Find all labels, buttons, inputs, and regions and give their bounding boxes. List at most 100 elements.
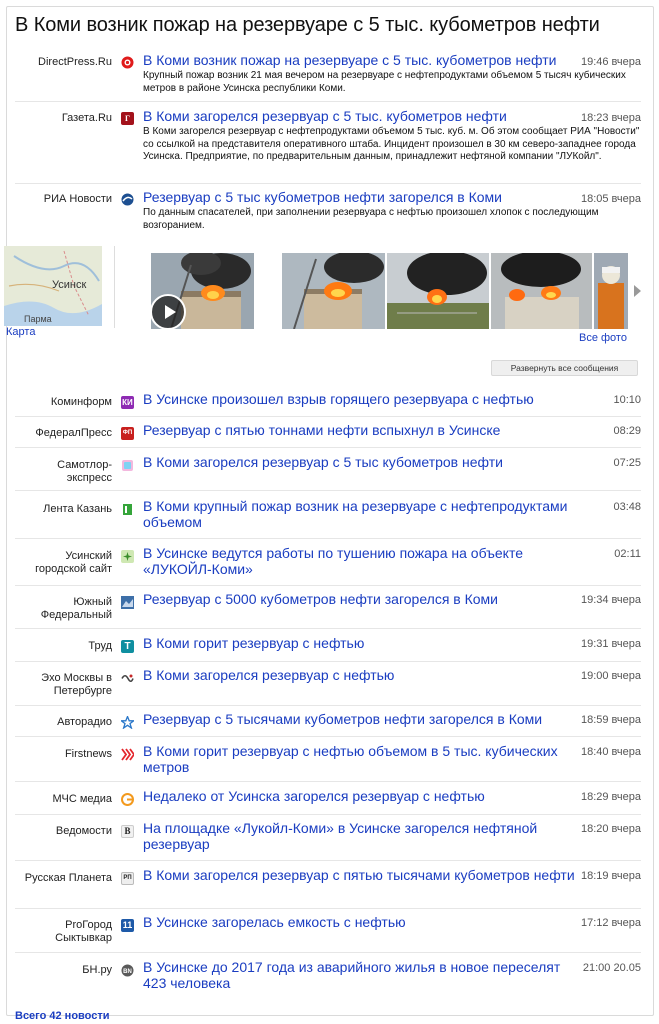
headline-link[interactable]: В Коми горит резервуар с нефтью bbox=[143, 635, 583, 651]
source-name[interactable]: МЧС медиа bbox=[15, 793, 113, 806]
item-description: По данным спасателей, при заполнении рез… bbox=[143, 207, 599, 231]
item-description: Крупный пожар возник 21 мая вечером на р… bbox=[143, 70, 626, 94]
trud-icon: Т bbox=[121, 640, 134, 653]
timestamp: 18:40 вчера bbox=[580, 746, 641, 758]
headline-link[interactable]: В Усинске произошел взрыв горящего резер… bbox=[143, 391, 583, 407]
timestamp: 03:48 bbox=[613, 501, 641, 513]
news-row: ФедералПресс ФП Резервуар с пятью тоннам… bbox=[15, 421, 641, 448]
map-link[interactable]: Карта bbox=[6, 326, 35, 338]
samotlor-icon bbox=[121, 459, 134, 472]
headline-link[interactable]: Резервуар с 5 тыс кубометров нефти загор… bbox=[143, 189, 502, 205]
source-name[interactable]: Самотлор-экспресс bbox=[15, 459, 112, 485]
headline-link[interactable]: Недалеко от Усинска загорелся резервуар … bbox=[143, 788, 583, 804]
progorod-icon: 11 bbox=[121, 919, 134, 932]
directpress-icon bbox=[121, 56, 134, 69]
source-name[interactable]: Коминформ bbox=[15, 396, 112, 409]
rusplaneta-icon: РП bbox=[121, 872, 134, 885]
headline-link[interactable]: В Коми загорелся резервуар с 5 тыс. кубо… bbox=[143, 108, 507, 124]
news-row: Лента Казань В Коми крупный пожар возник… bbox=[15, 497, 641, 539]
source-name[interactable]: Firstnews bbox=[15, 748, 112, 761]
news-row: БН.ру BN В Усинске до 2017 года из авари… bbox=[15, 958, 641, 998]
source-name[interactable]: Труд bbox=[15, 640, 112, 653]
echo-icon bbox=[121, 672, 134, 685]
play-video-button[interactable] bbox=[150, 294, 186, 330]
usinsk-site-icon bbox=[121, 550, 134, 563]
timestamp: 19:34 вчера bbox=[580, 594, 641, 606]
news-row: Ведомости В На площадке «Лукойл-Коми» в … bbox=[15, 819, 641, 861]
source-name[interactable]: Авторадио bbox=[15, 716, 112, 729]
headline-link[interactable]: В Коми возник пожар на резервуаре с 5 ты… bbox=[143, 52, 556, 68]
timestamp: 21:00 20.05 bbox=[582, 962, 641, 974]
timestamp: 02:11 bbox=[614, 548, 641, 560]
source-name[interactable]: Газета.Ru bbox=[15, 112, 112, 124]
news-row: Авторадио Резервуар с 5 тысячами кубомет… bbox=[15, 710, 641, 737]
item-description: В Коми загорелся резервуар с нефтепродук… bbox=[143, 126, 640, 162]
headline-link[interactable]: Резервуар с пятью тоннами нефти вспыхнул… bbox=[143, 422, 583, 438]
bn-icon: BN bbox=[121, 964, 134, 977]
headline-link[interactable]: На площадке «Лукойл-Коми» в Усинске заго… bbox=[143, 820, 583, 852]
headline-link[interactable]: В Усинске загорелась емкость с нефтью bbox=[143, 914, 583, 930]
map-place-label: Парма bbox=[24, 314, 52, 324]
divider bbox=[114, 246, 115, 328]
news-row: Русская Планета РП В Коми загорелся резе… bbox=[15, 866, 641, 909]
news-row: Усинский городской сайт В Усинске ведутс… bbox=[15, 544, 641, 586]
source-name[interactable]: Ведомости bbox=[15, 825, 112, 838]
svg-text:BN: BN bbox=[123, 969, 132, 975]
headline-link[interactable]: В Коми крупный пожар возник на резервуар… bbox=[143, 498, 583, 530]
photo-thumbnail[interactable] bbox=[282, 253, 385, 329]
headline-link[interactable]: В Усинске до 2017 года из аварийного жил… bbox=[143, 959, 583, 991]
source-name[interactable]: Лента Казань bbox=[15, 503, 112, 516]
headline-link[interactable]: В Коми загорелся резервуар с нефтью bbox=[143, 667, 583, 683]
kominform-icon: КИ bbox=[121, 396, 134, 409]
firstnews-icon bbox=[121, 748, 136, 761]
source-name[interactable]: ProГород Сыктывкар bbox=[15, 919, 112, 945]
source-name[interactable]: ФедералПресс bbox=[15, 427, 112, 440]
headline-link[interactable]: Резервуар с 5000 кубометров нефти загоре… bbox=[143, 591, 583, 607]
all-photos-link[interactable]: Все фото bbox=[579, 332, 627, 344]
source-name[interactable]: РИА Новости bbox=[15, 193, 112, 205]
lenta-kazan-icon bbox=[121, 503, 134, 516]
top-item: DirectPress.Ru В Коми возник пожар на ре… bbox=[15, 52, 641, 102]
vedomosti-icon: В bbox=[121, 825, 134, 838]
timestamp: 18:23 вчера bbox=[580, 112, 641, 124]
mchs-icon bbox=[121, 793, 134, 806]
headline-link[interactable]: Резервуар с 5 тысячами кубометров нефти … bbox=[143, 711, 583, 727]
news-row: Коминформ КИ В Усинске произошел взрыв г… bbox=[15, 390, 641, 417]
top-item: РИА Новости Резервуар с 5 тыс кубометров… bbox=[15, 189, 641, 239]
expand-all-button[interactable]: Развернуть все сообщения bbox=[491, 360, 638, 376]
source-name[interactable]: DirectPress.Ru bbox=[15, 56, 112, 68]
yuzhny-icon bbox=[121, 596, 134, 609]
timestamp: 18:20 вчера bbox=[580, 823, 641, 835]
map-city-label: Усинск bbox=[52, 279, 86, 291]
federalpress-icon: ФП bbox=[121, 427, 134, 440]
headline-link[interactable]: В Коми загорелся резервуар с пятью тысяч… bbox=[143, 867, 583, 883]
page-title: В Коми возник пожар на резервуаре с 5 ты… bbox=[15, 14, 600, 36]
news-row: МЧС медиа Недалеко от Усинска загорелся … bbox=[15, 787, 641, 815]
source-name[interactable]: Русская Планета bbox=[15, 872, 112, 885]
photo-thumbnail[interactable] bbox=[491, 253, 592, 329]
timestamp: 19:46 вчера bbox=[580, 56, 641, 68]
source-name[interactable]: БН.ру bbox=[15, 964, 112, 977]
source-name[interactable]: Эхо Москвы в Петербурге bbox=[15, 672, 112, 698]
photo-thumbnail[interactable] bbox=[387, 253, 489, 329]
source-name[interactable]: Южный Федеральный bbox=[15, 596, 112, 622]
photo-thumbnail[interactable] bbox=[594, 253, 628, 329]
headline-link[interactable]: В Усинске ведутся работы по тушению пожа… bbox=[143, 545, 583, 577]
timestamp: 07:25 bbox=[613, 457, 641, 469]
timestamp: 17:12 вчера bbox=[580, 917, 641, 929]
headline-link[interactable]: В Коми горит резервуар с нефтью объемом … bbox=[143, 743, 583, 775]
timestamp: 08:29 bbox=[613, 425, 641, 437]
ria-icon bbox=[121, 193, 134, 206]
timestamp: 18:29 вчера bbox=[580, 791, 641, 803]
news-row: Самотлор-экспресс В Коми загорелся резер… bbox=[15, 453, 641, 491]
total-news-link[interactable]: Всего 42 новости bbox=[15, 1010, 110, 1022]
timestamp: 18:05 вчера bbox=[580, 193, 641, 205]
news-row: Южный Федеральный Резервуар с 5000 кубом… bbox=[15, 590, 641, 629]
next-arrow-icon[interactable] bbox=[634, 285, 641, 297]
source-name[interactable]: Усинский городской сайт bbox=[15, 550, 112, 576]
timestamp: 18:19 вчера bbox=[580, 870, 641, 882]
timestamp: 19:00 вчера bbox=[580, 670, 641, 682]
avtoradio-icon bbox=[119, 714, 136, 730]
headline-link[interactable]: В Коми загорелся резервуар с 5 тыс кубом… bbox=[143, 454, 583, 470]
map-thumbnail[interactable]: Усинск Парма bbox=[4, 246, 102, 326]
